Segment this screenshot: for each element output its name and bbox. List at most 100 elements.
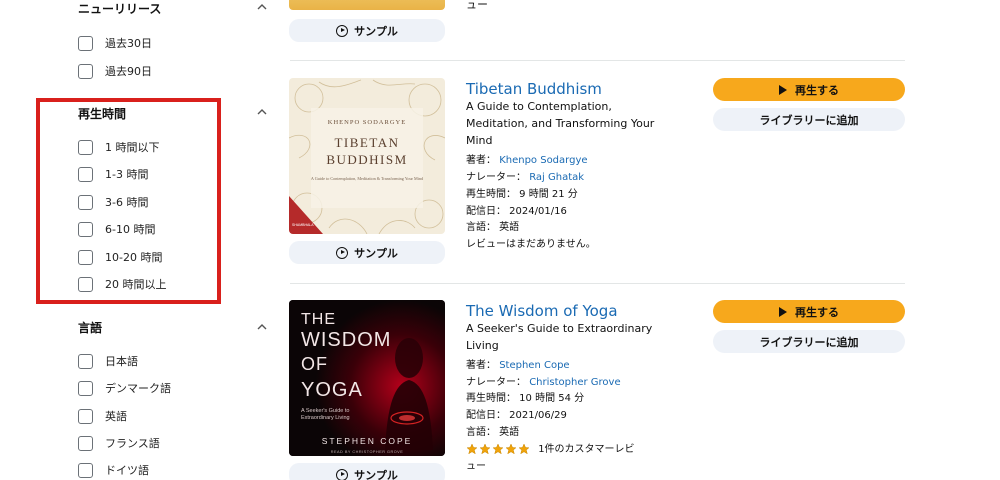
filter-option-label: ドイツ語 [105, 464, 149, 477]
result-divider [290, 60, 905, 61]
author-label: 著者： [466, 155, 496, 166]
filter-option-duration-2[interactable]: 1-3 時間 [78, 165, 148, 183]
cover-title-line3: OF [301, 354, 328, 374]
filter-option-duration-5[interactable]: 10-20 時間 [78, 248, 162, 266]
narrator-row: ナレーター： Raj Ghatak [466, 168, 584, 183]
star-icon [505, 443, 517, 455]
add-to-library-button[interactable]: ライブラリーに追加 [713, 108, 905, 131]
play-button[interactable]: 再生する [713, 78, 905, 101]
checkbox[interactable] [78, 462, 93, 478]
filter-option-danish[interactable]: デンマーク語 [78, 379, 171, 397]
filter-option-past-30-days[interactable]: 過去30日 [78, 34, 152, 52]
checkbox[interactable] [78, 249, 93, 265]
author-row: 著者： Khenpo Sodargye [466, 151, 588, 166]
facet-title-new-release: ニューリリース [78, 2, 162, 16]
narrator-label: ナレーター： [466, 172, 526, 183]
chevron-up-icon[interactable] [256, 108, 268, 118]
sample-button[interactable]: サンプル [289, 241, 445, 264]
checkbox[interactable] [78, 353, 93, 369]
filter-option-label: 過去90日 [105, 65, 152, 78]
checkbox[interactable] [78, 221, 93, 237]
chevron-up-icon[interactable] [256, 323, 268, 333]
play-icon [779, 306, 787, 317]
checkbox[interactable] [78, 194, 93, 210]
filter-option-label: 6-10 時間 [105, 223, 156, 236]
author-link[interactable]: Khenpo Sodargye [499, 155, 587, 166]
cover-reader-text: READ BY CHRISTOPHER GROVE [331, 450, 404, 454]
audiobook-title-link[interactable]: Tibetan Buddhism [466, 80, 602, 98]
filter-option-label: 20 時間以上 [105, 278, 167, 291]
cover-author-text: KHENPO SODARGYE [328, 119, 406, 126]
narrator-link[interactable]: Raj Ghatak [529, 172, 584, 183]
filter-sidebar: ニューリリース 過去30日 過去90日 再生時間 1 時間以下 1-3 時間 3… [0, 0, 275, 480]
play-button-label: 再生する [795, 305, 839, 319]
chevron-up-icon[interactable] [256, 3, 268, 13]
star-icon [492, 443, 504, 455]
filter-option-duration-4[interactable]: 6-10 時間 [78, 220, 155, 238]
sample-button-label: サンプル [354, 24, 398, 38]
audiobook-subtitle: A Guide to Contemplation, Meditation, an… [466, 100, 655, 147]
cover-title-line2: WISDOM [301, 329, 391, 351]
checkbox[interactable] [78, 35, 93, 51]
play-circle-icon [336, 24, 349, 37]
audiobook-title-link[interactable]: The Wisdom of Yoga [466, 302, 618, 320]
facet-title-language: 言語 [78, 321, 103, 335]
reviews-link-line1[interactable]: 1件のカスタマーレビ [538, 444, 634, 455]
sample-button[interactable]: サンプル [289, 19, 445, 42]
filter-option-label: 10-20 時間 [105, 251, 163, 264]
checkbox[interactable] [78, 380, 93, 396]
audiobook-cover-tibetan-buddhism[interactable]: KHENPO SODARGYE TIBETAN BUDDHISM A Guide… [289, 78, 445, 234]
play-button[interactable]: 再生する [713, 300, 905, 323]
filter-option-label: 日本語 [105, 355, 138, 368]
filter-option-french[interactable]: フランス語 [78, 434, 160, 452]
filter-option-past-90-days[interactable]: 過去90日 [78, 62, 152, 80]
filter-option-duration-6[interactable]: 20 時間以上 [78, 275, 167, 293]
rating-row[interactable]: 1件のカスタマーレビ [466, 440, 635, 455]
cover-tagline-2: Extraordinary Living [301, 415, 350, 421]
length-text: 再生時間： 9 時間 21 分 [466, 189, 578, 200]
audiobook-cover-wisdom-of-yoga[interactable]: THE WISDOM OF YOGA A Seeker's Guide to E… [289, 300, 445, 456]
filter-option-japanese[interactable]: 日本語 [78, 352, 138, 370]
length-text: 再生時間： 10 時間 54 分 [466, 393, 585, 404]
star-icon [479, 443, 491, 455]
checkbox[interactable] [78, 408, 93, 424]
review-count-partial: ュー [466, 0, 488, 11]
filter-option-duration-3[interactable]: 3-6 時間 [78, 193, 148, 211]
cover-tagline-1: A Seeker's Guide to [301, 408, 349, 414]
release-date-text: 配信日： 2021/06/29 [466, 410, 567, 421]
filter-option-label: デンマーク語 [105, 382, 171, 395]
cover-publisher-ribbon: SHAMBHALA [292, 223, 314, 227]
checkbox[interactable] [78, 166, 93, 182]
author-link[interactable]: Stephen Cope [499, 360, 569, 371]
filter-option-german[interactable]: ドイツ語 [78, 461, 149, 479]
reviews-link-line2[interactable]: ュー [466, 457, 486, 472]
checkbox[interactable] [78, 63, 93, 79]
language-text: 言語： 英語 [466, 222, 520, 233]
filter-option-english[interactable]: 英語 [78, 407, 127, 425]
audiobook-cover-previous[interactable] [289, 0, 445, 10]
author-row: 著者： Stephen Cope [466, 356, 570, 371]
sample-button[interactable]: サンプル [289, 463, 445, 480]
add-to-library-button[interactable]: ライブラリーに追加 [713, 330, 905, 353]
checkbox[interactable] [78, 276, 93, 292]
filter-option-label: 1 時間以下 [105, 141, 160, 154]
cover-title-line2: BUDDHISM [326, 152, 407, 167]
language-text: 言語： 英語 [466, 427, 520, 438]
narrator-link[interactable]: Christopher Grove [529, 377, 620, 388]
filter-option-label: 1-3 時間 [105, 168, 149, 181]
filter-option-label: フランス語 [105, 437, 160, 450]
reviews-text: レビューはまだありません。 [466, 239, 596, 250]
author-label: 著者： [466, 360, 496, 371]
filter-option-duration-1[interactable]: 1 時間以下 [78, 138, 160, 156]
filter-option-label: 英語 [105, 410, 127, 423]
checkbox[interactable] [78, 139, 93, 155]
facet-title-duration: 再生時間 [78, 107, 127, 121]
filter-option-label: 3-6 時間 [105, 196, 149, 209]
release-date-text: 配信日： 2024/01/16 [466, 206, 567, 217]
narrator-row: ナレーター： Christopher Grove [466, 373, 621, 388]
sample-button-label: サンプル [354, 468, 398, 480]
play-circle-icon [336, 468, 349, 480]
checkbox[interactable] [78, 435, 93, 451]
play-icon [779, 84, 787, 95]
filter-option-label: 過去30日 [105, 37, 152, 50]
